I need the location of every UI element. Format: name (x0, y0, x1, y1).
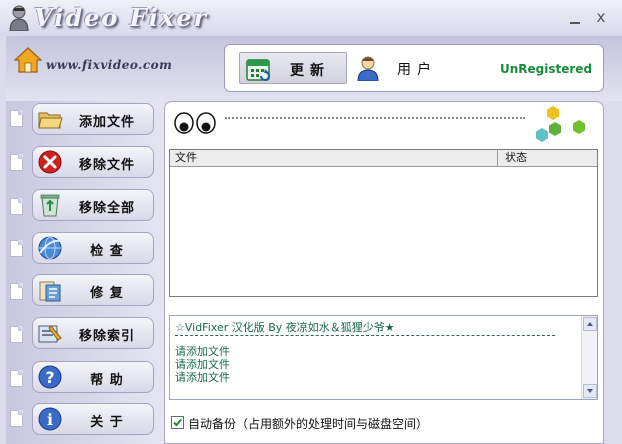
log-separator (175, 335, 555, 336)
repair-icon (39, 281, 61, 302)
eyes-icon (174, 112, 216, 134)
sidebar-marker (10, 154, 23, 171)
repair-button[interactable]: 修 复 (32, 274, 154, 306)
main-panel: 文件 状态 ☆VidFixer 汉化版 By 夜凉如水＆狐狸少爷★ 请添加文件 … (164, 101, 604, 444)
svg-text:i: i (47, 410, 53, 429)
table-header: 文件 状态 (170, 150, 597, 167)
dotted-divider (225, 117, 525, 119)
remove-index-button[interactable]: 移除索引 (32, 317, 154, 349)
sidebar-marker (10, 326, 23, 343)
remove-all-button[interactable]: 移除全部 (32, 189, 154, 221)
file-table[interactable]: 文件 状态 (169, 149, 598, 297)
log-title: ☆VidFixer 汉化版 By 夜凉如水＆狐狸少爷★ (175, 321, 395, 334)
auto-backup-label[interactable]: 自动备份（占用额外的处理时间与磁盘空间） (188, 415, 428, 432)
log-line: 请添加文件 (175, 371, 230, 384)
check-button[interactable]: 检 查 (32, 232, 154, 264)
recycle-bin-icon (40, 194, 60, 217)
sidebar-marker (10, 410, 23, 427)
sidebar-marker (10, 240, 23, 257)
remove-icon (38, 150, 62, 174)
remove-all-label: 移除全部 (78, 201, 135, 216)
update-button[interactable]: 更新 (239, 52, 347, 84)
sidebar-marker (10, 283, 23, 300)
about-icon: i (38, 407, 62, 431)
column-header-file[interactable]: 文件 (170, 150, 498, 167)
help-button[interactable]: ? 帮 助 (32, 361, 154, 393)
help-label: 帮 助 (90, 373, 124, 388)
folder-icon (38, 112, 63, 129)
remove-file-label: 移除文件 (78, 158, 135, 173)
log-output[interactable]: ☆VidFixer 汉化版 By 夜凉如水＆狐狸少爷★ 请添加文件 请添加文件 … (169, 315, 598, 400)
app-title: Video Fixer (34, 3, 209, 32)
registration-status: UnRegistered (500, 62, 593, 76)
scroll-up-button[interactable] (583, 317, 597, 331)
remove-index-icon (38, 325, 62, 343)
sidebar-marker (10, 110, 23, 127)
check-globe-icon (38, 236, 62, 260)
checkmark-icon (173, 418, 182, 427)
repair-label: 修 复 (90, 286, 124, 301)
minimize-button[interactable] (568, 8, 582, 26)
remove-file-button[interactable]: 移除文件 (32, 146, 154, 178)
scroll-down-button[interactable] (583, 384, 597, 398)
update-calendar-icon (246, 59, 270, 81)
hexagon-decoration-icon (536, 106, 585, 142)
app-avatar-icon (9, 5, 29, 31)
about-label: 关 于 (90, 415, 124, 430)
user-icon[interactable] (357, 55, 379, 81)
svg-text:?: ? (45, 368, 54, 387)
close-button[interactable]: x (593, 7, 609, 27)
auto-backup-checkbox[interactable] (171, 416, 184, 429)
website-logo: www.fixvideo.com (46, 58, 173, 72)
sidebar-marker (10, 198, 23, 215)
column-header-status[interactable]: 状态 (499, 150, 597, 167)
top-toolbar: 更新 用户 UnRegistered (224, 44, 604, 92)
sidebar-marker (10, 370, 23, 387)
about-button[interactable]: i 关 于 (32, 403, 154, 435)
add-file-label: 添加文件 (78, 115, 135, 130)
update-label: 更新 (290, 63, 330, 79)
add-file-button[interactable]: 添加文件 (32, 103, 154, 135)
check-label: 检 查 (90, 244, 124, 259)
home-icon (14, 47, 42, 73)
remove-index-label: 移除索引 (78, 329, 135, 344)
help-icon: ? (38, 365, 62, 389)
title-bar: Video Fixer x (0, 0, 622, 36)
user-label[interactable]: 用户 (397, 59, 437, 79)
log-scrollbar[interactable] (581, 316, 597, 399)
